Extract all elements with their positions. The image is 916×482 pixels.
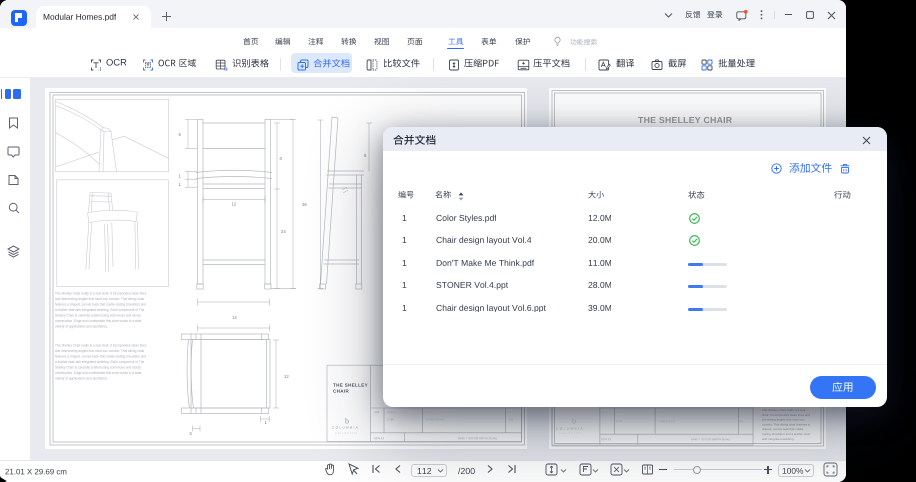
svg-text:1: 1	[179, 174, 182, 179]
svg-text:variety of applications and ae: variety of applications and aesthetics.	[55, 377, 108, 381]
svg-text:The Shelley Chair really is a: The Shelley Chair really is a real chair…	[55, 292, 147, 296]
svg-text:and intersecting angles that m: and intersecting angles that most can co…	[55, 297, 145, 301]
svg-text:1: 1	[179, 182, 182, 187]
svg-text:12: 12	[284, 374, 289, 379]
svg-text:a leather seat with integrated: a leather seat with integrated webbing. …	[55, 308, 144, 312]
svg-text:36: 36	[302, 202, 307, 207]
svg-text:variety of applications and ae: variety of applications and aesthetics.	[55, 325, 108, 329]
svg-text:features a draped, curved back: features a draped, curved back that crad…	[55, 303, 146, 307]
svg-text:The Shelley Chair really is a: The Shelley Chair really is a real chair…	[55, 344, 147, 348]
svg-text:6: 6	[179, 132, 182, 137]
svg-text:12: 12	[232, 202, 237, 207]
svg-text:24: 24	[281, 229, 286, 234]
svg-text:comfort. This dining chair fea: comfort. This dining chair features a	[762, 422, 810, 426]
svg-text:construction. Edge and comfort: construction. Edge and comfortable this …	[55, 319, 142, 323]
svg-text:6: 6	[364, 153, 367, 158]
svg-text:a leather seat with integrated: a leather seat with integrated webbing. …	[55, 360, 144, 364]
svg-text:6: 6	[280, 156, 283, 161]
svg-text:interesting angles that most c: interesting angles that most can	[762, 418, 805, 422]
svg-text:Shelley Chair is carefully cra: Shelley Chair is carefully crafted using…	[55, 366, 141, 370]
svg-text:The Shelley Chair really is a: The Shelley Chair really is a real	[762, 408, 806, 412]
svg-text:and intersecting angles that m: and intersecting angles that most can co…	[55, 349, 145, 353]
svg-text:1: 1	[265, 420, 268, 425]
svg-text:resting shoulders and a leathe: resting shoulders and a leather seat	[762, 432, 810, 436]
svg-text:construction. Edge and comfort: construction. Edge and comfortable this …	[55, 371, 142, 375]
svg-text:features a draped, curved back: features a draped, curved back that crad…	[55, 355, 146, 359]
svg-text:14: 14	[232, 315, 237, 320]
svg-text:6: 6	[190, 431, 193, 436]
svg-text:draped, curved seat that cradl: draped, curved seat that cradle	[762, 427, 804, 431]
svg-text:Shelley Chair is carefully cra: Shelley Chair is carefully crafted using…	[55, 314, 141, 318]
svg-text:chair. It incorporates clean l: chair. It incorporates clean lines and	[762, 413, 810, 417]
svg-text:with integrated webbing.: with integrated webbing.	[762, 437, 795, 441]
